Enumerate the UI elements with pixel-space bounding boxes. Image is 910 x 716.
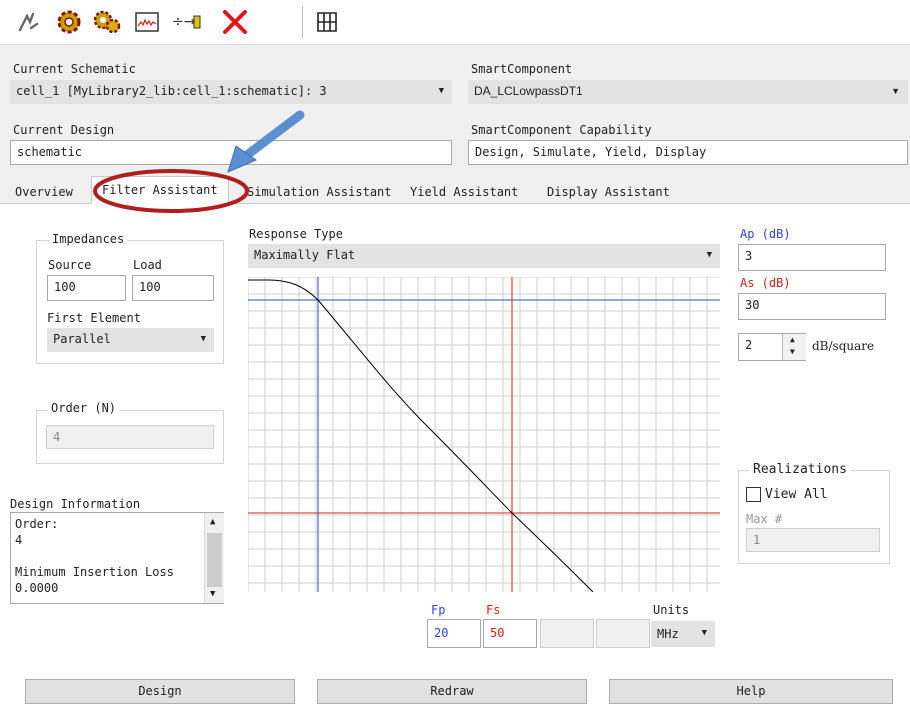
plot-grid [248, 277, 720, 592]
units-select[interactable]: MHz ▼ [651, 621, 715, 647]
chevron-down-icon: ▼ [891, 86, 900, 96]
current-design-field[interactable]: schematic [10, 140, 452, 165]
delete-x-icon[interactable] [220, 8, 250, 36]
spin-up-icon[interactable]: ▲ [790, 335, 795, 344]
gear-double-icon[interactable] [92, 8, 122, 36]
svg-text:÷→: ÷→ [172, 14, 196, 30]
current-schematic-value: cell_1 [MyLibrary2_lib:cell_1:schematic]… [16, 84, 327, 98]
response-type-label: Response Type [249, 227, 343, 241]
as-field[interactable]: 30 [738, 293, 886, 320]
component-align-icon[interactable]: ÷→ [172, 8, 202, 36]
tab-display-assistant[interactable]: Display Assistant [536, 178, 681, 204]
scrollbar-thumb[interactable] [207, 533, 222, 587]
capability-label: SmartComponent Capability [471, 123, 652, 137]
design-info-min-loss-value: 0.0000 [15, 581, 59, 595]
current-design-label: Current Design [13, 123, 115, 137]
design-info-order-value: 4 [15, 533, 23, 547]
tab-yield-assistant[interactable]: Yield Assistant [399, 178, 529, 204]
chevron-down-icon: ▼ [701, 628, 707, 638]
db-per-square-label: dB/square [812, 339, 875, 353]
load-label: Load [133, 258, 162, 272]
smart-component-value: DA_LCLowpassDT1 [474, 84, 583, 98]
tune-icon[interactable] [14, 8, 44, 36]
response-curve [248, 279, 594, 592]
redraw-button[interactable]: Redraw [317, 679, 587, 704]
spinner-buttons[interactable]: ▲ ▼ [782, 334, 806, 360]
smart-component-label: SmartComponent [471, 62, 573, 76]
toolbar-separator [302, 6, 303, 38]
grid-layout-icon[interactable] [312, 8, 342, 36]
impedances-title: Impedances [49, 232, 128, 246]
help-button[interactable]: Help [609, 679, 893, 704]
units-value: MHz [657, 627, 679, 641]
max-field: 1 [746, 528, 880, 552]
first-element-value: Parallel [53, 332, 111, 346]
response-type-select[interactable]: Maximally Flat ▼ [248, 244, 720, 268]
freq-field-3 [540, 619, 594, 648]
order-field: 4 [46, 425, 214, 449]
design-info-min-loss-label: Minimum Insertion Loss [15, 565, 174, 579]
chevron-down-icon: ▼ [706, 250, 712, 260]
realizations-title: Realizations [750, 462, 850, 477]
current-schematic-select[interactable]: cell_1 [MyLibrary2_lib:cell_1:schematic]… [10, 80, 452, 104]
order-title: Order (N) [48, 401, 120, 415]
design-info-order-label: Order: [15, 517, 59, 531]
current-schematic-label: Current Schematic [13, 62, 136, 76]
units-label: Units [653, 603, 690, 617]
chevron-down-icon: ▼ [438, 86, 444, 96]
max-label: Max # [746, 512, 783, 526]
smart-component-select[interactable]: DA_LCLowpassDT1 ▼ [468, 80, 908, 104]
spin-down-icon[interactable]: ▼ [790, 347, 795, 356]
tab-filter-assistant[interactable]: Filter Assistant [91, 176, 229, 204]
chevron-down-icon[interactable]: ▼ [210, 589, 215, 599]
design-information-label: Design Information [10, 497, 141, 511]
fp-field[interactable]: 20 [427, 619, 481, 648]
source-impedance-field[interactable]: 100 [47, 275, 126, 301]
fp-label: Fp [431, 603, 446, 617]
fs-label: Fs [486, 603, 501, 617]
chevron-down-icon: ▼ [200, 334, 206, 344]
freq-field-4 [596, 619, 650, 648]
fs-field[interactable]: 50 [483, 619, 537, 648]
view-all-label: View All [765, 487, 828, 502]
view-all-checkbox[interactable] [746, 487, 761, 502]
design-info-scrollbar[interactable]: ▲ ▼ [204, 513, 224, 603]
waveform-display-icon[interactable] [132, 8, 162, 36]
tab-simulation-assistant[interactable]: Simulation Assistant [236, 178, 403, 204]
chevron-up-icon[interactable]: ▲ [210, 517, 215, 527]
design-information-textarea[interactable]: Order: 4 Minimum Insertion Loss 0.0000 [10, 512, 224, 604]
toolbar: ÷→ [0, 0, 910, 45]
response-type-value: Maximally Flat [254, 248, 356, 262]
design-button[interactable]: Design [25, 679, 295, 704]
filter-response-plot [248, 277, 720, 592]
capability-field: Design, Simulate, Yield, Display [468, 140, 908, 165]
ap-label: Ap (dB) [740, 227, 791, 241]
gear-icon[interactable] [54, 8, 84, 36]
ap-field[interactable]: 3 [738, 244, 886, 271]
as-label: As (dB) [740, 276, 791, 290]
source-label: Source [48, 258, 92, 272]
first-element-label: First Element [47, 311, 141, 325]
load-impedance-field[interactable]: 100 [132, 275, 214, 301]
tab-overview[interactable]: Overview [4, 178, 84, 204]
first-element-select[interactable]: Parallel ▼ [47, 328, 214, 352]
